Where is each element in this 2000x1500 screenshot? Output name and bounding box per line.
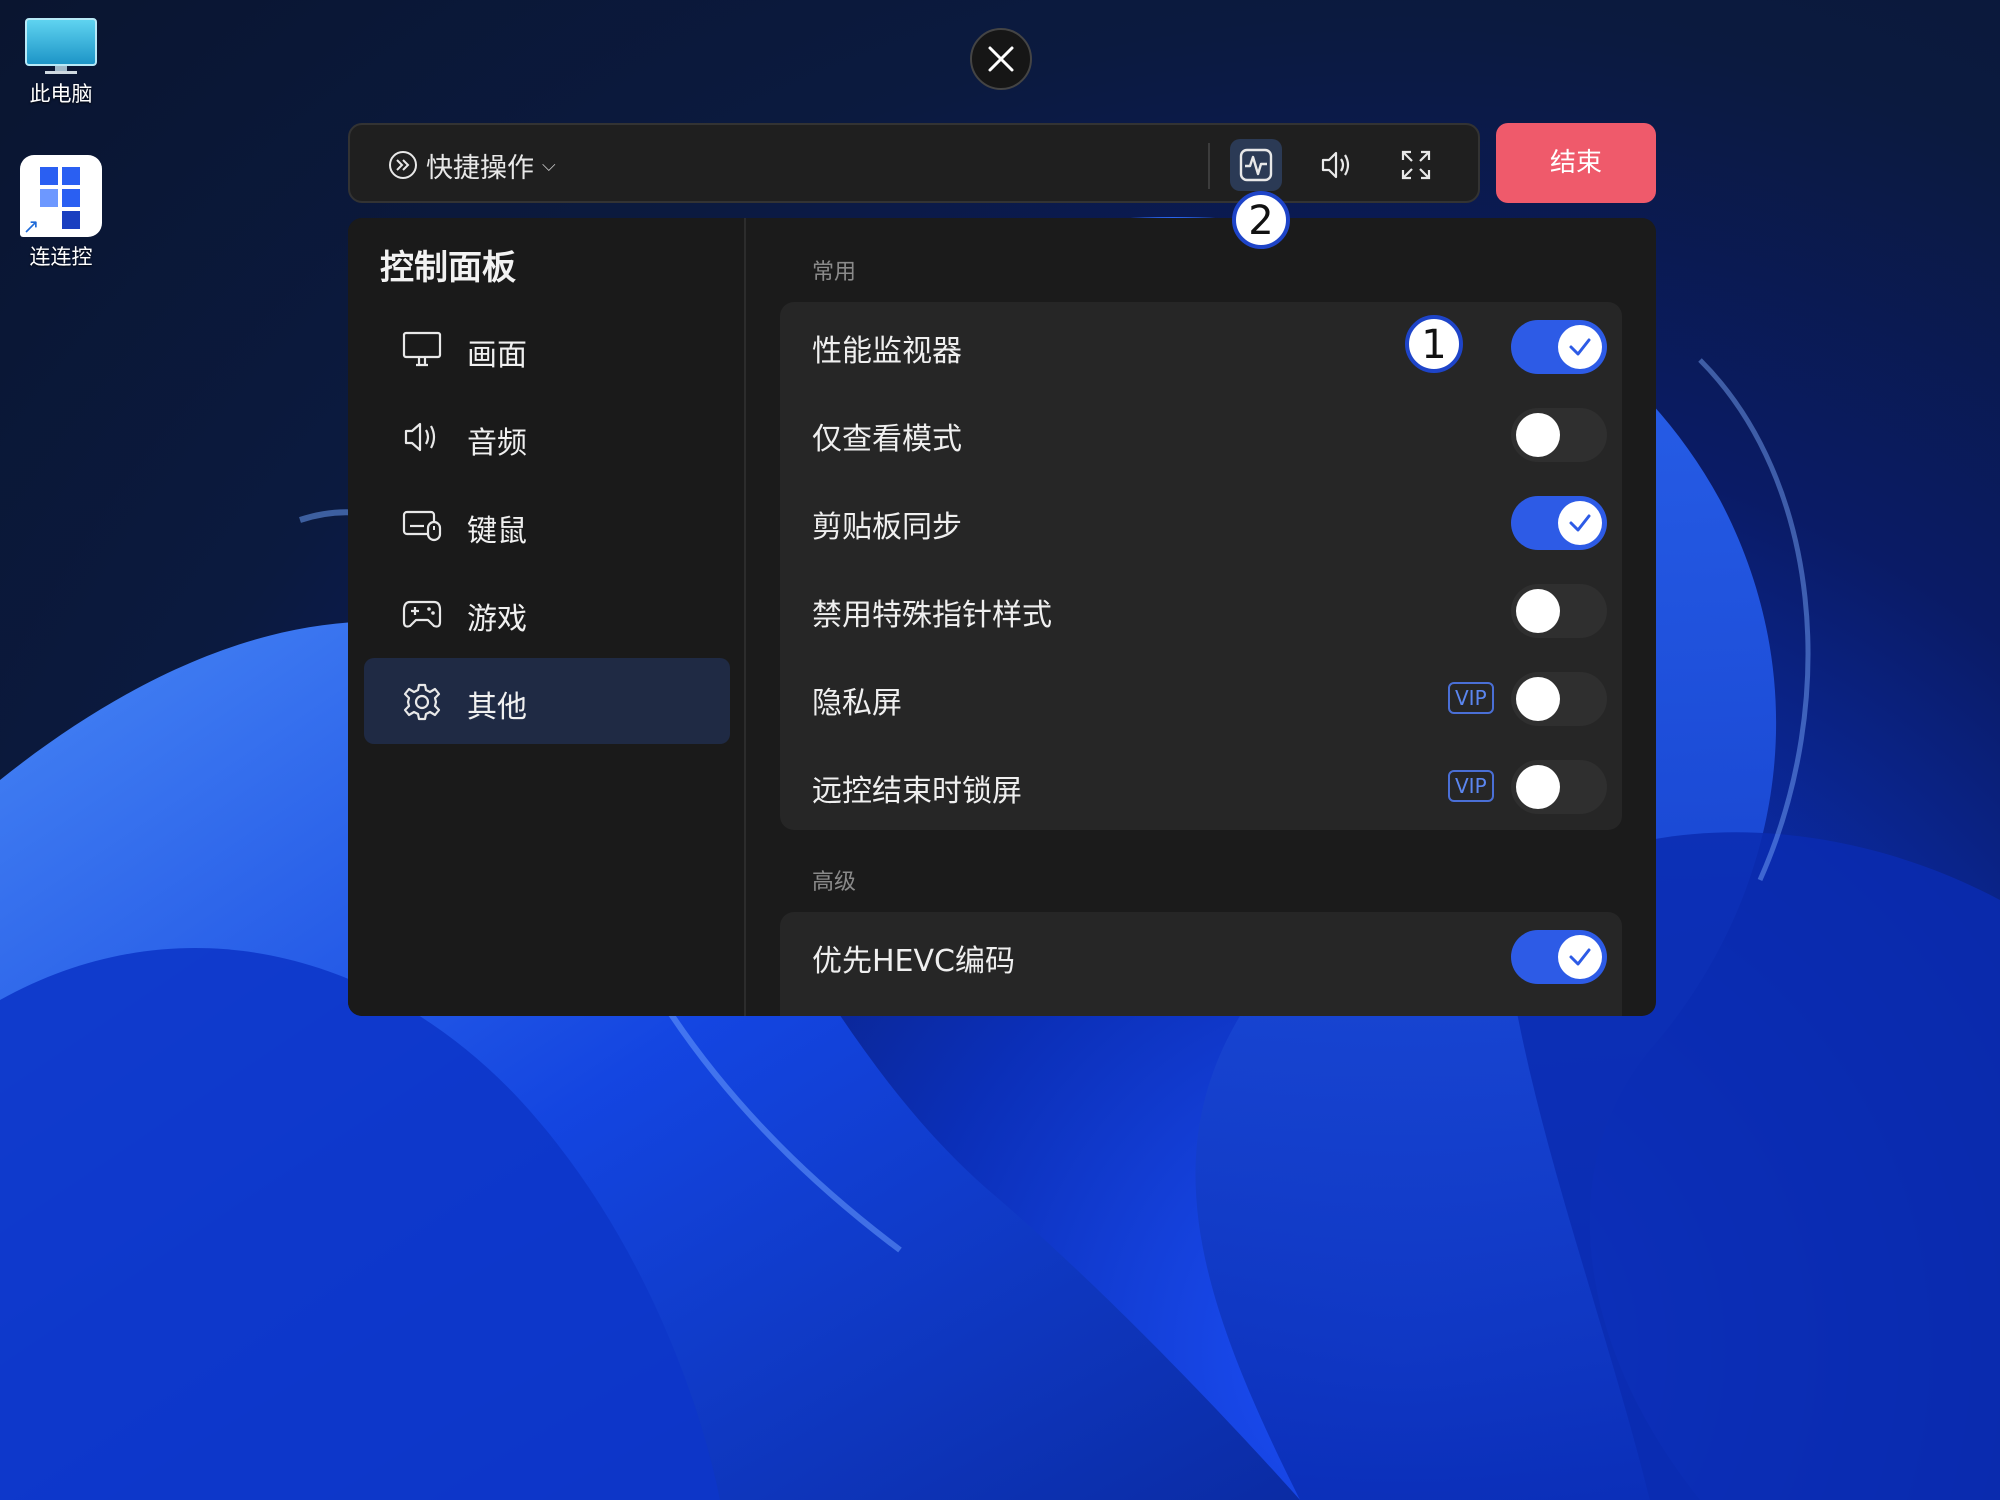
pulse-icon xyxy=(1239,148,1273,182)
setting-row: 远控结束时锁屏 VIP xyxy=(780,742,1622,830)
toggle-switch[interactable] xyxy=(1511,496,1607,550)
performance-monitor-button[interactable] xyxy=(1230,139,1282,191)
check-icon xyxy=(1569,338,1591,356)
end-session-button[interactable]: 结束 xyxy=(1496,123,1656,203)
section-label: 常用 xyxy=(812,260,857,285)
nav-label: 音频 xyxy=(467,426,527,461)
fast-forward-circle-icon xyxy=(389,151,417,179)
settings-card-advanced: 优先HEVC编码 xyxy=(780,912,1622,1016)
setting-row: 剪贴板同步 xyxy=(780,478,1622,566)
section-label: 高级 xyxy=(812,870,857,895)
vip-badge: VIP xyxy=(1448,770,1494,802)
setting-name: 优先HEVC编码 xyxy=(812,944,1015,979)
sidebar: 控制面板 画面 音频 键鼠 游戏 其他 xyxy=(348,218,746,1016)
nav-label: 游戏 xyxy=(467,602,527,637)
panel-title: 控制面板 xyxy=(380,248,516,288)
toggle-switch[interactable] xyxy=(1511,672,1607,726)
toggle-switch[interactable] xyxy=(1511,584,1607,638)
close-button[interactable] xyxy=(970,28,1032,90)
nav-label: 其他 xyxy=(467,690,527,725)
toolbar-divider xyxy=(1208,143,1210,189)
check-icon xyxy=(1569,514,1591,532)
app-logo-icon: ↗ xyxy=(20,155,102,237)
setting-name: 仅查看模式 xyxy=(812,422,962,457)
nav-item-audio[interactable]: 音频 xyxy=(364,394,730,480)
quick-actions-label: 快捷操作 xyxy=(426,152,534,184)
speaker-icon xyxy=(1321,151,1350,179)
nav-label: 键鼠 xyxy=(467,514,527,549)
check-icon xyxy=(1569,948,1591,966)
settings-card-common: 性能监视器 仅查看模式 剪贴板同步 禁用特殊指针样式 隐私屏 VIP 远控结束时… xyxy=(780,302,1622,830)
gamepad-icon xyxy=(402,600,442,628)
nav-item-display[interactable]: 画面 xyxy=(364,306,730,392)
nav-item-other[interactable]: 其他 xyxy=(364,658,730,744)
toolbar: 快捷操作 ⌵ xyxy=(348,123,1480,203)
speaker-icon xyxy=(404,422,436,452)
desktop-icon-this-pc[interactable]: 此电脑 xyxy=(6,18,116,108)
gear-icon xyxy=(403,683,441,721)
setting-name: 禁用特殊指针样式 xyxy=(812,598,1052,633)
settings-content: 常用 性能监视器 仅查看模式 剪贴板同步 禁用特殊指针样式 隐私屏 VIP 远控… xyxy=(746,218,1656,1016)
vip-badge: VIP xyxy=(1448,682,1494,714)
annotation-marker-1: 1 xyxy=(1405,315,1463,373)
monitor-icon xyxy=(402,331,442,367)
setting-row: 优先HEVC编码 xyxy=(780,912,1622,1000)
fullscreen-icon xyxy=(1401,150,1431,180)
audio-button[interactable] xyxy=(1310,139,1362,191)
annotation-marker-2: 2 xyxy=(1232,191,1290,249)
setting-row: 仅查看模式 xyxy=(780,390,1622,478)
toggle-switch[interactable] xyxy=(1511,930,1607,984)
setting-name: 隐私屏 xyxy=(812,686,902,721)
nav-label: 画面 xyxy=(467,338,527,373)
fullscreen-button[interactable] xyxy=(1390,139,1442,191)
setting-name: 远控结束时锁屏 xyxy=(812,774,1022,809)
chevron-down-icon: ⌵ xyxy=(542,154,556,176)
setting-row: 隐私屏 VIP xyxy=(780,654,1622,742)
desktop-icon-app[interactable]: ↗ 连连控 xyxy=(6,155,116,271)
toggle-switch[interactable] xyxy=(1511,320,1607,374)
toggle-switch[interactable] xyxy=(1511,408,1607,462)
nav-item-game[interactable]: 游戏 xyxy=(364,570,730,656)
setting-name: 性能监视器 xyxy=(812,334,962,369)
nav-item-keyboard-mouse[interactable]: 键鼠 xyxy=(364,482,730,568)
setting-row: 性能监视器 xyxy=(780,302,1622,390)
setting-name: 剪贴板同步 xyxy=(812,510,962,545)
setting-row: 禁用特殊指针样式 xyxy=(780,566,1622,654)
desktop-icon-label: 此电脑 xyxy=(29,82,93,106)
computer-icon xyxy=(25,18,97,74)
toggle-switch[interactable] xyxy=(1511,760,1607,814)
keyboard-mouse-icon xyxy=(402,510,442,542)
desktop-icon-label: 连连控 xyxy=(29,245,93,269)
quick-actions-dropdown[interactable]: 快捷操作 ⌵ xyxy=(388,145,556,185)
close-icon xyxy=(988,46,1014,72)
